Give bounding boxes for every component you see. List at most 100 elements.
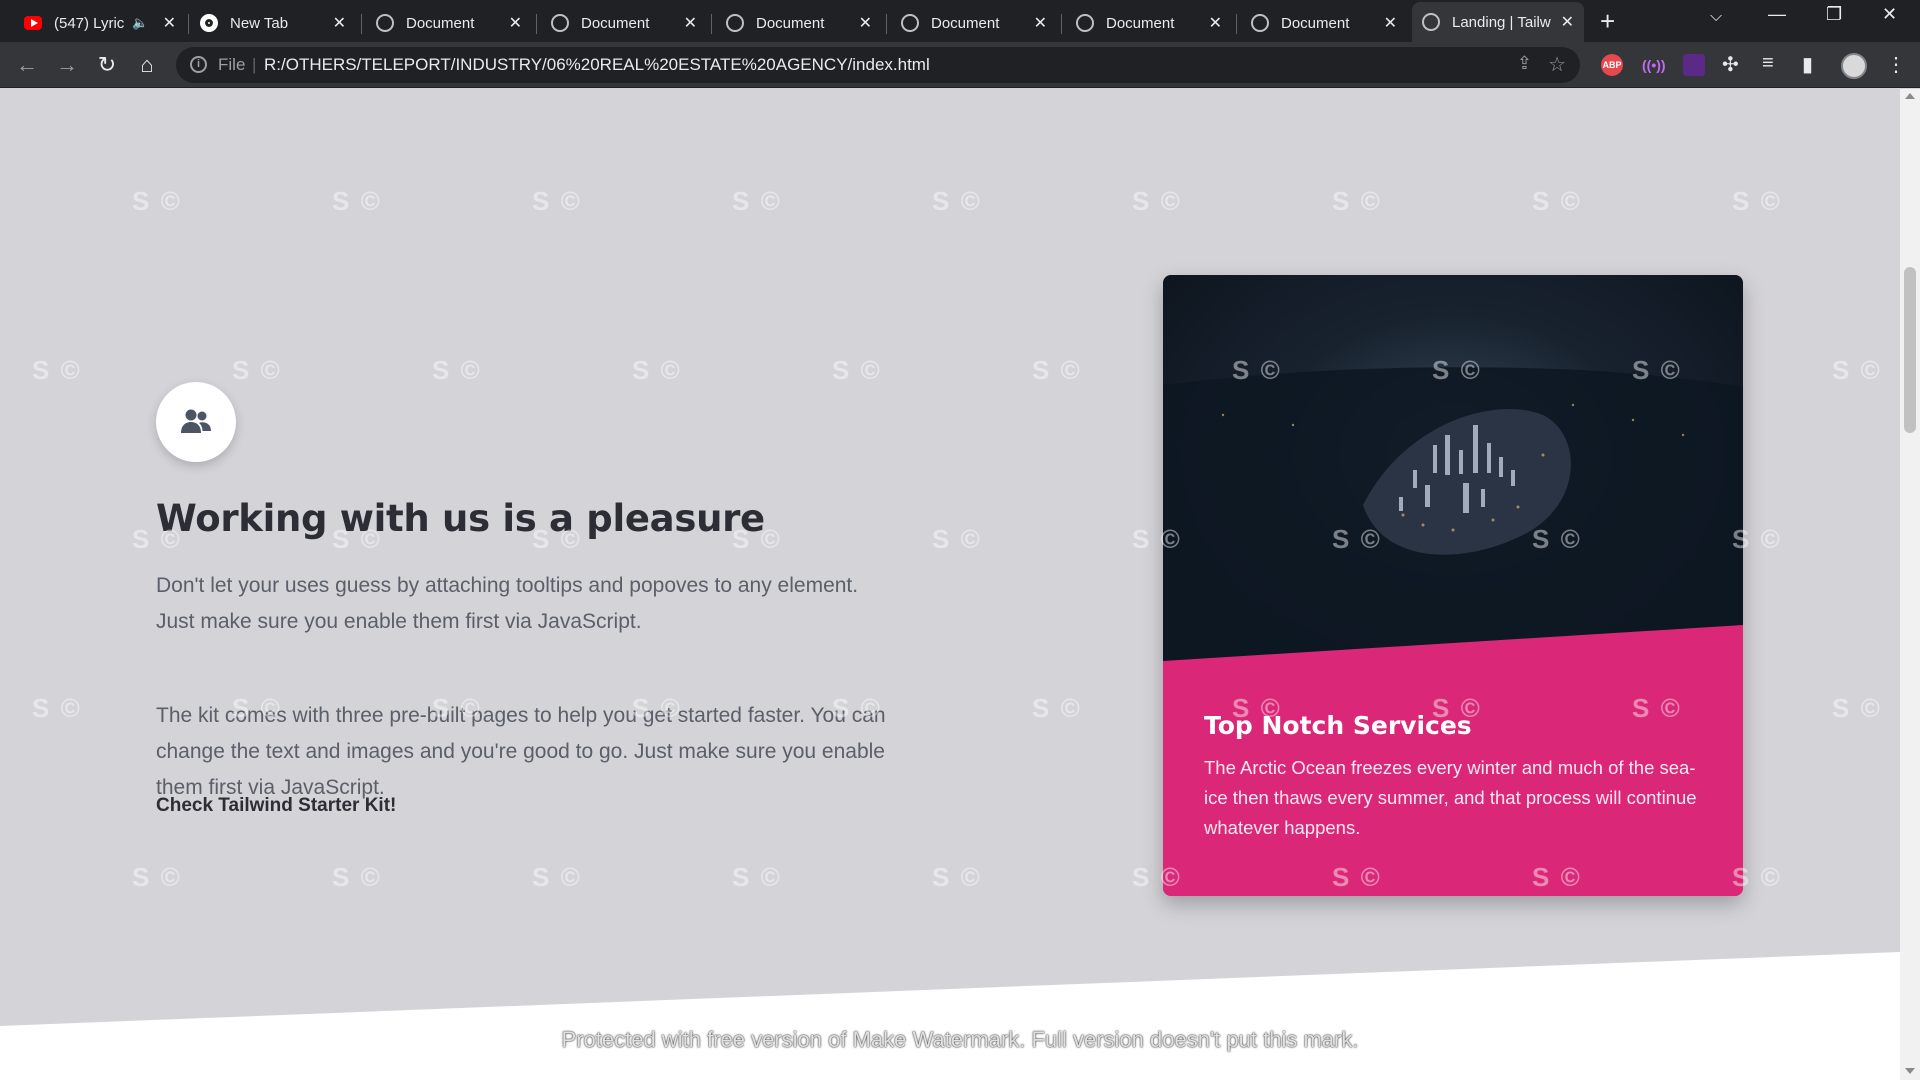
tab-strip: (547) Lyric 🔈 ✕ New Tab ✕ Document ✕ Doc…	[0, 0, 1920, 42]
close-tab-icon[interactable]: ✕	[509, 13, 522, 33]
scroll-up-arrow-icon[interactable]	[1905, 93, 1915, 99]
tab-document[interactable]: Document ✕	[541, 6, 707, 40]
watermark-mark: S ©	[1232, 355, 1282, 385]
watermark-banner: Protected with free version of Make Wate…	[561, 1027, 1359, 1052]
media-queue-icon[interactable]: ≡	[1762, 52, 1774, 75]
tab-search-icon[interactable]: ⌵	[1710, 8, 1722, 26]
globe-icon	[376, 14, 394, 32]
address-bar[interactable]: i File | R:/OTHERS/TELEPORT/INDUSTRY/06%…	[176, 47, 1580, 83]
globe-icon	[1251, 14, 1269, 32]
watermark-mark: S ©	[132, 524, 182, 554]
podcast-extension-icon[interactable]: ((•))	[1642, 54, 1666, 76]
close-tab-icon[interactable]: ✕	[1384, 13, 1397, 33]
tab-document[interactable]: Document ✕	[891, 6, 1057, 40]
tab-title: Document	[1281, 14, 1350, 32]
tab-title: Landing | Tailw	[1452, 13, 1551, 31]
watermark-mark: S ©	[632, 355, 682, 385]
back-icon[interactable]: ←	[14, 52, 40, 78]
watermark-mark: S ©	[32, 355, 82, 385]
chrome-icon	[200, 14, 218, 32]
site-info-icon[interactable]: i	[190, 56, 207, 73]
close-tab-icon[interactable]: ✕	[859, 13, 872, 33]
watermark-mark: S ©	[432, 355, 482, 385]
watermark-mark: S ©	[532, 862, 582, 892]
menu-kebab-icon[interactable]: ⋮	[1886, 52, 1906, 77]
tab-document[interactable]: Document ✕	[1241, 6, 1407, 40]
globe-icon	[726, 14, 744, 32]
close-tab-icon[interactable]: ✕	[163, 13, 176, 33]
new-tab-button[interactable]: +	[1600, 6, 1615, 36]
tab-separator	[711, 14, 712, 34]
minimize-icon[interactable]: —	[1768, 4, 1786, 25]
tab-document[interactable]: Document ✕	[1066, 6, 1232, 40]
tab-title: New Tab	[230, 14, 289, 32]
adblock-icon[interactable]: ABP	[1601, 54, 1623, 76]
watermark-mark: S ©	[932, 186, 982, 216]
close-tab-icon[interactable]: ✕	[333, 13, 346, 33]
watermark-mark: S ©	[1632, 355, 1682, 385]
scrollbar-thumb[interactable]	[1904, 267, 1916, 433]
watermark-mark: S ©	[1632, 693, 1682, 723]
reload-icon[interactable]: ↻	[94, 52, 120, 78]
close-tab-icon[interactable]: ✕	[1209, 13, 1222, 33]
tab-title: Document	[756, 14, 825, 32]
watermark-mark: S ©	[1332, 862, 1382, 892]
watermark-mark: S ©	[1532, 862, 1582, 892]
watermark-mark: S ©	[132, 862, 182, 892]
url-text[interactable]: R:/OTHERS/TELEPORT/INDUSTRY/06%20REAL%20…	[264, 55, 930, 75]
tab-new-tab[interactable]: New Tab ✕	[190, 6, 356, 40]
globe-icon	[1422, 13, 1440, 31]
tab-separator	[1236, 14, 1237, 34]
watermark-mark: S ©	[1432, 693, 1482, 723]
watermark-mark: S ©	[432, 693, 482, 723]
section-divider-wave	[0, 952, 1900, 1080]
bookmark-star-icon[interactable]: ☆	[1548, 52, 1566, 77]
tab-landing-active[interactable]: Landing | Tailw ✕	[1412, 2, 1584, 42]
side-panel-icon[interactable]: ▮	[1802, 52, 1813, 77]
url-divider: |	[252, 55, 257, 74]
tab-separator	[361, 14, 362, 34]
globe-icon	[901, 14, 919, 32]
watermark-mark: S ©	[732, 862, 782, 892]
watermark-mark: S ©	[1232, 693, 1282, 723]
globe-icon	[1076, 14, 1094, 32]
tab-title: (547) Lyric	[54, 14, 125, 32]
watermark-mark: S ©	[1532, 524, 1582, 554]
youtube-icon	[24, 16, 42, 30]
watermark-mark: S ©	[1832, 693, 1882, 723]
watermark-mark: S ©	[1032, 355, 1082, 385]
scroll-down-arrow-icon[interactable]	[1905, 1068, 1915, 1074]
watermark-mark: S ©	[1732, 186, 1782, 216]
watermark-mark: S ©	[932, 524, 982, 554]
home-icon[interactable]: ⌂	[134, 52, 160, 78]
watermark-mark: S ©	[232, 355, 282, 385]
watermark-mark: S ©	[532, 186, 582, 216]
restore-icon[interactable]: ❐	[1826, 4, 1842, 25]
watermark-mark: S ©	[532, 524, 582, 554]
tab-document[interactable]: Document ✕	[716, 6, 882, 40]
speaker-icon[interactable]: 🔈	[132, 15, 148, 31]
watermark-mark: S ©	[1732, 862, 1782, 892]
watermark-mark: S ©	[232, 693, 282, 723]
tab-document[interactable]: Document ✕	[366, 6, 532, 40]
extensions-puzzle-icon[interactable]: ✣	[1722, 52, 1739, 77]
tab-title: Document	[406, 14, 475, 32]
watermark-mark: S ©	[1132, 186, 1182, 216]
profile-avatar[interactable]	[1841, 53, 1867, 79]
watermark-mark: S ©	[832, 693, 882, 723]
close-window-icon[interactable]: ✕	[1882, 4, 1897, 25]
scrollbar[interactable]	[1900, 89, 1920, 1080]
tab-separator	[886, 14, 887, 34]
share-icon[interactable]: ⇪	[1517, 53, 1532, 74]
watermark-mark: S ©	[732, 186, 782, 216]
tab-separator	[536, 14, 537, 34]
forward-icon[interactable]: →	[54, 52, 80, 78]
close-tab-icon[interactable]: ✕	[1034, 13, 1047, 33]
tab-youtube[interactable]: (547) Lyric 🔈 ✕	[14, 6, 186, 40]
close-tab-icon[interactable]: ✕	[1561, 12, 1574, 32]
watermark-mark: S ©	[632, 693, 682, 723]
close-tab-icon[interactable]: ✕	[684, 13, 697, 33]
watermark-mark: S ©	[1732, 524, 1782, 554]
tab-title: Document	[1106, 14, 1175, 32]
extension-square-icon[interactable]	[1683, 54, 1705, 76]
